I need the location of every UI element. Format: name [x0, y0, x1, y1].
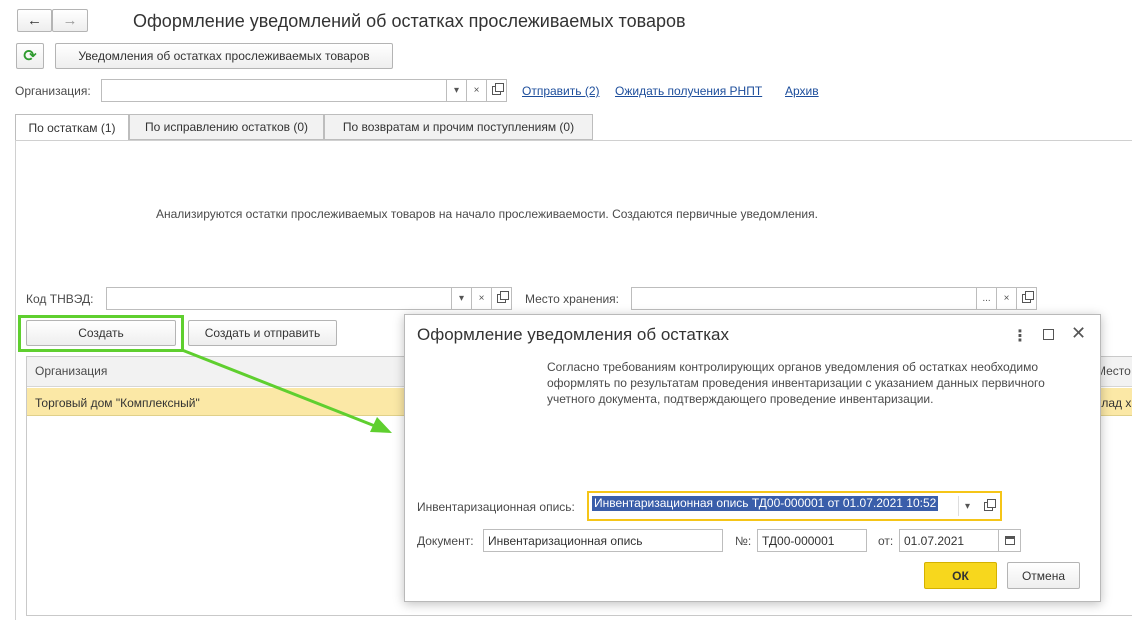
calendar-button[interactable] — [999, 529, 1021, 552]
column-header-organization[interactable]: Организация — [35, 364, 107, 378]
forward-button[interactable]: → — [52, 9, 88, 32]
document-label: Документ: — [417, 534, 474, 548]
organization-clear-button[interactable]: × — [467, 79, 487, 102]
close-icon[interactable]: ✕ — [1071, 323, 1086, 344]
number-field[interactable]: ТД00-000001 — [757, 529, 867, 552]
notifications-list-button[interactable]: Уведомления об остатках прослеживаемых т… — [55, 43, 393, 69]
open-icon — [497, 291, 509, 303]
storage-input[interactable] — [631, 287, 977, 310]
date-label: от: — [878, 534, 894, 548]
tnved-dropdown-button[interactable]: ▾ — [452, 287, 472, 310]
open-icon — [492, 83, 504, 95]
maximize-icon[interactable] — [1043, 329, 1054, 340]
storage-select-button[interactable]: ... — [977, 287, 997, 310]
info-text: Анализируются остатки прослеживаемых тов… — [156, 207, 818, 221]
chevron-down-icon: ▾ — [964, 500, 971, 512]
organization-dropdown-button[interactable]: ▾ — [447, 79, 467, 102]
storage-clear-button[interactable]: × — [997, 287, 1017, 310]
inventory-input[interactable]: Инвентаризационная опись ТД00-000001 от … — [592, 496, 956, 516]
tnved-clear-button[interactable]: × — [472, 287, 492, 310]
cancel-button[interactable]: Отмена — [1007, 562, 1080, 589]
inventory-label: Инвентаризационная опись: — [417, 500, 575, 514]
link-archive[interactable]: Архив — [785, 84, 819, 98]
close-icon: × — [473, 85, 480, 96]
tnved-label: Код ТНВЭД: — [26, 292, 94, 306]
inventory-open-button[interactable] — [979, 496, 997, 516]
table-cell-storage: клад х — [1096, 396, 1132, 410]
refresh-icon: ⟳ — [23, 48, 37, 65]
organization-input[interactable] — [101, 79, 447, 102]
dialog-message: Согласно требованиям контролирующих орга… — [547, 360, 1045, 406]
open-icon — [983, 498, 996, 511]
tab-returns[interactable]: По возвратам и прочим поступлениям (0) — [324, 114, 593, 140]
tnved-open-button[interactable] — [492, 287, 512, 310]
number-label: №: — [735, 534, 752, 548]
storage-open-button[interactable] — [1017, 287, 1037, 310]
back-button[interactable]: ← — [17, 9, 52, 32]
close-icon: × — [1003, 293, 1010, 304]
inventory-dropdown-button[interactable]: ▾ — [958, 496, 976, 516]
close-icon: × — [478, 293, 485, 304]
dialog-title: Оформление уведомления об остатках — [417, 325, 730, 344]
inventory-value: Инвентаризационная опись ТД00-000001 от … — [592, 496, 939, 511]
more-actions-icon[interactable]: ⋮ — [1012, 326, 1028, 346]
arrow-left-icon: ← — [27, 12, 42, 29]
calendar-icon — [1004, 536, 1015, 545]
chevron-down-icon: ▾ — [453, 85, 460, 96]
refresh-button[interactable]: ⟳ — [16, 43, 44, 69]
link-await-rnpt[interactable]: Ожидать получения РНПТ — [615, 84, 762, 98]
column-header-storage[interactable]: Место х — [1096, 364, 1132, 378]
tnved-input[interactable] — [106, 287, 452, 310]
chevron-down-icon: ▾ — [458, 293, 465, 304]
tab-corrections[interactable]: По исправлению остатков (0) — [129, 114, 324, 140]
date-field[interactable]: 01.07.2021 — [899, 529, 999, 552]
window-title: Оформление уведомлений об остатках просл… — [133, 11, 686, 31]
arrow-right-icon: → — [62, 12, 78, 29]
organization-open-button[interactable] — [487, 79, 507, 102]
tab-balances[interactable]: По остаткам (1) — [15, 114, 129, 141]
open-icon — [1022, 291, 1034, 303]
storage-label: Место хранения: — [525, 292, 619, 306]
organization-label: Организация: — [15, 84, 91, 98]
link-send[interactable]: Отправить (2) — [522, 84, 600, 98]
dialog — [404, 314, 1101, 602]
ok-button[interactable]: ОК — [924, 562, 997, 589]
create-button[interactable]: Создать — [26, 320, 176, 346]
ellipsis-icon: ... — [982, 293, 991, 304]
document-field[interactable]: Инвентаризационная опись — [483, 529, 723, 552]
